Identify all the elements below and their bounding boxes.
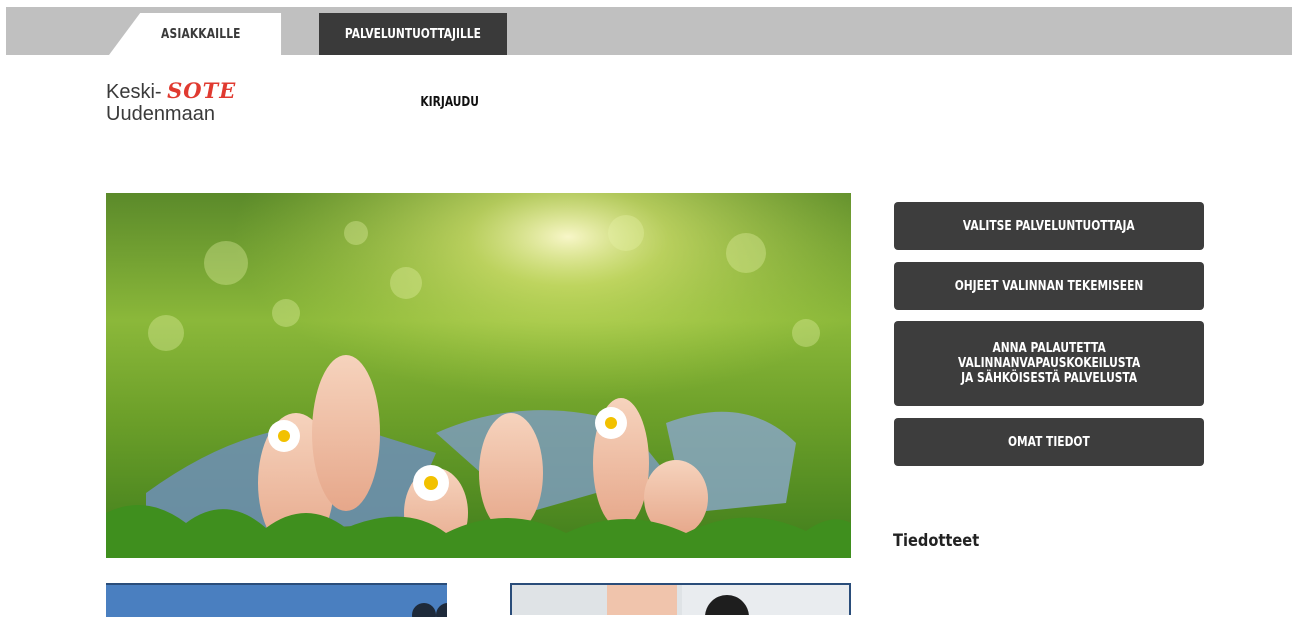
login-link[interactable]: KIRJAUDU [414, 95, 485, 110]
my-information-button[interactable]: OMAT TIEDOT [894, 418, 1204, 466]
my-information-label: OMAT TIEDOT [1008, 434, 1090, 450]
logo-sote: SOTE [167, 78, 237, 103]
news-heading: Tiedotteet [893, 531, 980, 551]
thumbnail-right[interactable] [510, 583, 851, 615]
hero-image [106, 193, 851, 558]
give-feedback-button[interactable]: ANNA PALAUTETTA VALINNANVAPAUSKOKEILUSTA… [894, 321, 1204, 406]
tab-palveluntuottajille[interactable]: PALVELUNTUOTTAJILLE [319, 13, 507, 55]
choice-instructions-button[interactable]: OHJEET VALINNAN TEKEMISEEN [894, 262, 1204, 310]
login-label: KIRJAUDU [420, 95, 479, 110]
choice-instructions-label: OHJEET VALINNAN TEKEMISEEN [954, 278, 1144, 294]
give-feedback-label: ANNA PALAUTETTA VALINNANVAPAUSKOKEILUSTA… [957, 341, 1141, 386]
logo-uudenmaan: Uudenmaan [106, 103, 215, 125]
tab-asiakkaille-label: ASIAKKAILLE [161, 26, 241, 42]
choose-provider-label: VALITSE PALVELUNTUOTTAJA [963, 218, 1135, 234]
thumbnail-left[interactable] [106, 583, 447, 617]
site-logo[interactable]: Keski- SOTE Uudenmaan [106, 80, 266, 130]
logo-keski: Keski- [106, 81, 162, 103]
tab-palveluntuottajille-label: PALVELUNTUOTTAJILLE [345, 26, 481, 42]
choose-provider-button[interactable]: VALITSE PALVELUNTUOTTAJA [894, 202, 1204, 250]
